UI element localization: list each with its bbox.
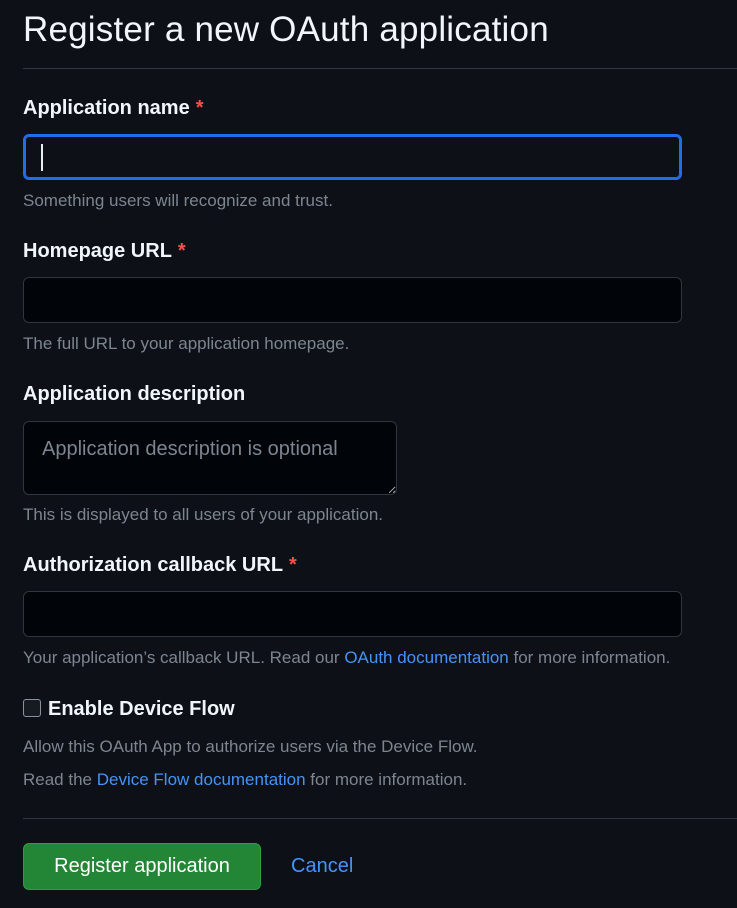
homepage-url-help: The full URL to your application homepag… xyxy=(23,334,350,353)
callback-url-help: Your application’s callback URL. Read ou… xyxy=(23,648,670,668)
device-flow-help-line1: Allow this OAuth App to authorize users … xyxy=(23,737,478,756)
register-application-button[interactable]: Register application xyxy=(23,843,261,890)
footer-divider xyxy=(23,818,737,819)
oauth-app-form: Register a new OAuth application Applica… xyxy=(0,0,737,908)
description-help: This is displayed to all users of your a… xyxy=(23,505,384,524)
device-flow-help-line2: Read the Device Flow documentation for m… xyxy=(23,770,467,790)
header-divider xyxy=(23,68,737,69)
enable-device-flow-checkbox[interactable] xyxy=(23,699,41,717)
device-flow-documentation-link[interactable]: Device Flow documentation xyxy=(97,770,306,789)
homepage-url-label-text: Homepage URL xyxy=(23,240,172,262)
callback-url-label-text: Authorization callback URL xyxy=(23,554,284,576)
cancel-button[interactable]: Cancel xyxy=(291,855,353,878)
homepage-url-input[interactable] xyxy=(23,277,682,323)
homepage-url-label: Homepage URL * xyxy=(23,240,186,263)
app-name-help: Something users will recognize and trust… xyxy=(23,191,333,210)
description-textarea[interactable] xyxy=(23,421,397,495)
text-cursor xyxy=(41,144,43,171)
enable-device-flow-label[interactable]: Enable Device Flow xyxy=(48,698,235,721)
app-name-input[interactable] xyxy=(23,134,682,180)
app-name-label: Application name * xyxy=(23,97,204,120)
app-name-label-text: Application name xyxy=(23,97,190,119)
required-marker: * xyxy=(195,97,204,119)
device-flow-help-prefix: Read the xyxy=(23,770,97,789)
page-title: Register a new OAuth application xyxy=(23,10,549,49)
required-marker: * xyxy=(177,240,186,262)
callback-help-prefix: Your application’s callback URL. Read ou… xyxy=(23,648,345,667)
device-flow-help-suffix: for more information. xyxy=(305,770,468,789)
description-label-text: Application description xyxy=(23,383,246,405)
required-marker: * xyxy=(289,554,297,576)
callback-url-input[interactable] xyxy=(23,591,682,637)
description-label: Application description xyxy=(23,383,245,406)
callback-help-suffix: for more information. xyxy=(508,648,671,667)
oauth-documentation-link[interactable]: OAuth documentation xyxy=(344,648,508,667)
callback-url-label: Authorization callback URL * xyxy=(23,554,297,577)
